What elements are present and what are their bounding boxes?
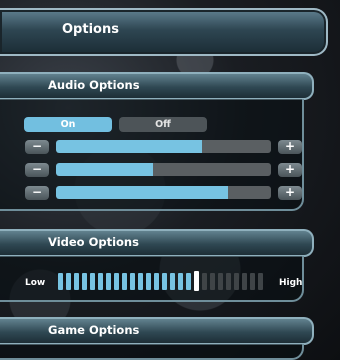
quality-tick[interactable] bbox=[74, 273, 79, 290]
audio-options-header[interactable]: Audio Options bbox=[0, 72, 314, 100]
game-options-panel bbox=[0, 344, 304, 360]
game-options-label: Game Options bbox=[48, 323, 140, 337]
quality-tick[interactable] bbox=[226, 273, 231, 290]
video-options-header[interactable]: Video Options bbox=[0, 229, 314, 257]
quality-tick[interactable] bbox=[106, 273, 111, 290]
audio-slider-1-fill bbox=[56, 140, 203, 153]
quality-tick[interactable] bbox=[82, 273, 87, 290]
quality-tick[interactable] bbox=[250, 273, 255, 290]
quality-tick[interactable] bbox=[218, 273, 223, 290]
quality-tick[interactable] bbox=[146, 273, 151, 290]
slider3-plus-button[interactable]: + bbox=[278, 186, 302, 200]
audio-off-toggle[interactable]: Off bbox=[119, 117, 207, 132]
quality-tick[interactable] bbox=[242, 273, 247, 290]
quality-tick[interactable] bbox=[130, 273, 135, 290]
slider2-minus-button[interactable]: − bbox=[25, 163, 49, 177]
quality-tick[interactable] bbox=[66, 273, 71, 290]
audio-slider-3-fill bbox=[56, 186, 228, 199]
video-high-label: High bbox=[279, 278, 303, 288]
quality-tick[interactable] bbox=[178, 273, 183, 290]
quality-tick[interactable] bbox=[114, 273, 119, 290]
audio-slider-3[interactable] bbox=[56, 186, 271, 199]
quality-tick[interactable] bbox=[170, 273, 175, 290]
audio-options-label: Audio Options bbox=[48, 78, 140, 92]
quality-tick[interactable] bbox=[90, 273, 95, 290]
quality-tick[interactable] bbox=[210, 273, 215, 290]
quality-tick[interactable] bbox=[58, 273, 63, 290]
video-options-label: Video Options bbox=[48, 235, 139, 249]
quality-handle[interactable] bbox=[194, 271, 199, 291]
quality-tick[interactable] bbox=[258, 273, 263, 290]
quality-tick[interactable] bbox=[234, 273, 239, 290]
video-low-label: Low bbox=[25, 278, 46, 288]
options-title-bar: Options bbox=[0, 8, 328, 56]
slider2-plus-button[interactable]: + bbox=[278, 163, 302, 177]
video-quality-slider[interactable] bbox=[58, 271, 268, 291]
game-options-header[interactable]: Game Options bbox=[0, 317, 314, 345]
audio-slider-1[interactable] bbox=[56, 140, 271, 153]
quality-tick[interactable] bbox=[122, 273, 127, 290]
audio-slider-2[interactable] bbox=[56, 163, 271, 176]
slider1-plus-button[interactable]: + bbox=[278, 140, 302, 154]
quality-tick[interactable] bbox=[186, 273, 191, 290]
quality-tick[interactable] bbox=[138, 273, 143, 290]
slider1-minus-button[interactable]: − bbox=[25, 140, 49, 154]
audio-slider-2-fill bbox=[56, 163, 153, 176]
quality-tick[interactable] bbox=[154, 273, 159, 290]
slider3-minus-button[interactable]: − bbox=[25, 186, 49, 200]
page-title: Options bbox=[62, 22, 119, 37]
quality-tick[interactable] bbox=[202, 273, 207, 290]
quality-tick[interactable] bbox=[98, 273, 103, 290]
audio-on-toggle[interactable]: On bbox=[24, 117, 112, 132]
quality-tick[interactable] bbox=[162, 273, 167, 290]
